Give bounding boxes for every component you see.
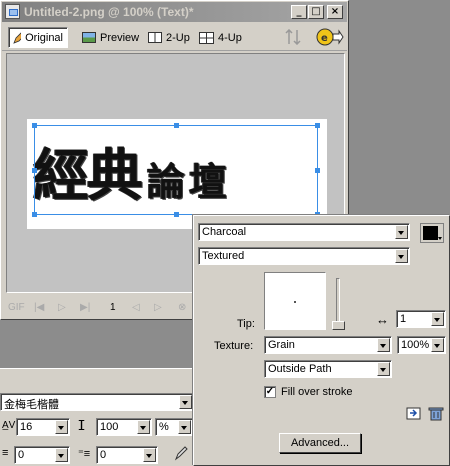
format-label: GIF: [8, 302, 25, 313]
play-icon[interactable]: ▷: [58, 302, 66, 313]
tip-size-field[interactable]: 1: [396, 310, 446, 328]
leading-unit: %: [159, 421, 169, 433]
stroke-name: Textured: [202, 250, 245, 262]
document-icon: [5, 4, 20, 19]
quick-export-icon[interactable]: e: [316, 27, 344, 47]
handle-left[interactable]: [32, 168, 37, 173]
close-button[interactable]: ×: [327, 5, 343, 19]
chevron-down-icon[interactable]: [395, 249, 408, 263]
chevron-down-icon[interactable]: [143, 448, 156, 462]
chevron-down-icon[interactable]: [178, 420, 191, 434]
stop-icon[interactable]: ⊗: [178, 302, 186, 313]
fill-over-stroke-label: Fill over stroke: [281, 386, 353, 398]
resize-arrows-icon: ↔: [376, 312, 389, 327]
fill-over-stroke-checkbox[interactable]: ✓: [264, 386, 276, 398]
stroke-name-dropdown[interactable]: Textured: [198, 247, 410, 265]
color-chip: [423, 226, 438, 240]
texture-amount-field[interactable]: 100%: [397, 336, 446, 354]
chevron-down-icon[interactable]: [179, 395, 192, 409]
texture-amount: 100%: [401, 339, 430, 351]
stroke-category-dropdown[interactable]: Charcoal: [198, 223, 410, 241]
tab-label: Original: [25, 31, 63, 44]
space-before-value: 0: [100, 449, 107, 461]
trash-icon[interactable]: [428, 406, 444, 421]
font-size-field[interactable]: 16: [16, 418, 70, 436]
texture-dropdown[interactable]: Grain: [264, 336, 392, 354]
chevron-down-icon[interactable]: [431, 312, 444, 326]
chevron-down-icon[interactable]: [377, 362, 390, 376]
tip-slider-track[interactable]: [336, 278, 340, 326]
indent-field[interactable]: 0: [14, 446, 70, 464]
window-title: Untitled-2.png @ 100% (Text)*: [24, 5, 194, 19]
2up-icon: [148, 32, 162, 43]
tip-slider-thumb[interactable]: [332, 321, 345, 330]
stroke-category: Charcoal: [202, 226, 247, 238]
space-before-field[interactable]: 0: [96, 446, 158, 464]
chevron-down-icon[interactable]: [137, 420, 150, 434]
restore-button[interactable]: □: [308, 5, 324, 19]
handle-right[interactable]: [315, 168, 320, 173]
handle-bottom-left[interactable]: [32, 212, 37, 217]
font-name: 金梅毛楷體: [4, 399, 59, 411]
handle-top-left[interactable]: [32, 123, 37, 128]
advanced-button[interactable]: Advanced...: [279, 433, 361, 453]
tab-2up[interactable]: 2-Up: [144, 27, 194, 48]
leading-field[interactable]: 100: [96, 418, 152, 436]
pencil-icon: [13, 31, 22, 44]
property-inspector: 金梅毛楷體 A̲V 16 ⵊ 100 % ≡ 0 ⁼≡ 0: [0, 368, 196, 466]
texture-label: Texture:: [214, 340, 254, 352]
space-before-icon: ⁼≡: [78, 448, 91, 460]
pencil-icon[interactable]: [174, 445, 188, 461]
tab-4up[interactable]: 4-Up: [195, 27, 246, 48]
chevron-down-icon[interactable]: [55, 420, 68, 434]
prev-frame-icon[interactable]: ◁: [132, 302, 140, 313]
tip-size-value: 1: [400, 313, 407, 325]
tab-label: 4-Up: [218, 31, 242, 44]
title-bar[interactable]: Untitled-2.png @ 100% (Text)* _ □ ×: [2, 2, 347, 22]
handle-bottom[interactable]: [174, 212, 179, 217]
placement-value: Outside Path: [268, 363, 332, 375]
view-tabs: Original Preview 2-Up 4-Up e: [2, 23, 347, 51]
chevron-down-icon[interactable]: [395, 225, 408, 239]
minimize-button[interactable]: _: [291, 5, 307, 19]
font-dropdown[interactable]: 金梅毛楷體: [0, 393, 194, 411]
next-frame-icon[interactable]: ▷: [154, 302, 162, 313]
tab-label: 2-Up: [166, 31, 190, 44]
indent-icon: ≡: [2, 447, 9, 459]
frame-number: 1: [110, 302, 116, 313]
chevron-down-icon[interactable]: [431, 338, 444, 352]
sort-icon[interactable]: [285, 29, 303, 45]
last-frame-icon[interactable]: ▶|: [80, 302, 90, 313]
font-size-value: 16: [20, 421, 33, 433]
4up-icon: [199, 31, 214, 44]
placement-dropdown[interactable]: Outside Path: [264, 360, 392, 378]
indent-value: 0: [18, 449, 25, 461]
tab-preview[interactable]: Preview: [78, 27, 143, 48]
tab-original[interactable]: Original: [8, 27, 68, 48]
first-frame-icon[interactable]: |◀: [34, 302, 44, 313]
handle-top[interactable]: [174, 123, 179, 128]
leading-unit-field[interactable]: %: [155, 418, 193, 436]
texture-value: Grain: [268, 339, 295, 351]
tip-preview: [264, 272, 326, 330]
leading-value: 100: [100, 421, 119, 433]
font-size-icon: A̲V: [2, 420, 16, 431]
chevron-down-icon[interactable]: [377, 338, 390, 352]
image-icon: [82, 32, 96, 43]
leading-icon: ⵊ: [78, 417, 86, 433]
chevron-down-icon[interactable]: [55, 448, 68, 462]
handle-top-right[interactable]: [315, 123, 320, 128]
svg-text:e: e: [321, 33, 328, 44]
stroke-options-panel: Charcoal Textured Tip: ↔ 1 Texture: Grai…: [193, 215, 450, 466]
tip-label: Tip:: [237, 318, 255, 330]
tab-label: Preview: [100, 31, 140, 44]
selection-box[interactable]: [32, 123, 320, 217]
chevron-down-icon: [438, 237, 442, 242]
stroke-color-swatch[interactable]: [420, 223, 444, 243]
new-stroke-icon[interactable]: [406, 406, 422, 421]
